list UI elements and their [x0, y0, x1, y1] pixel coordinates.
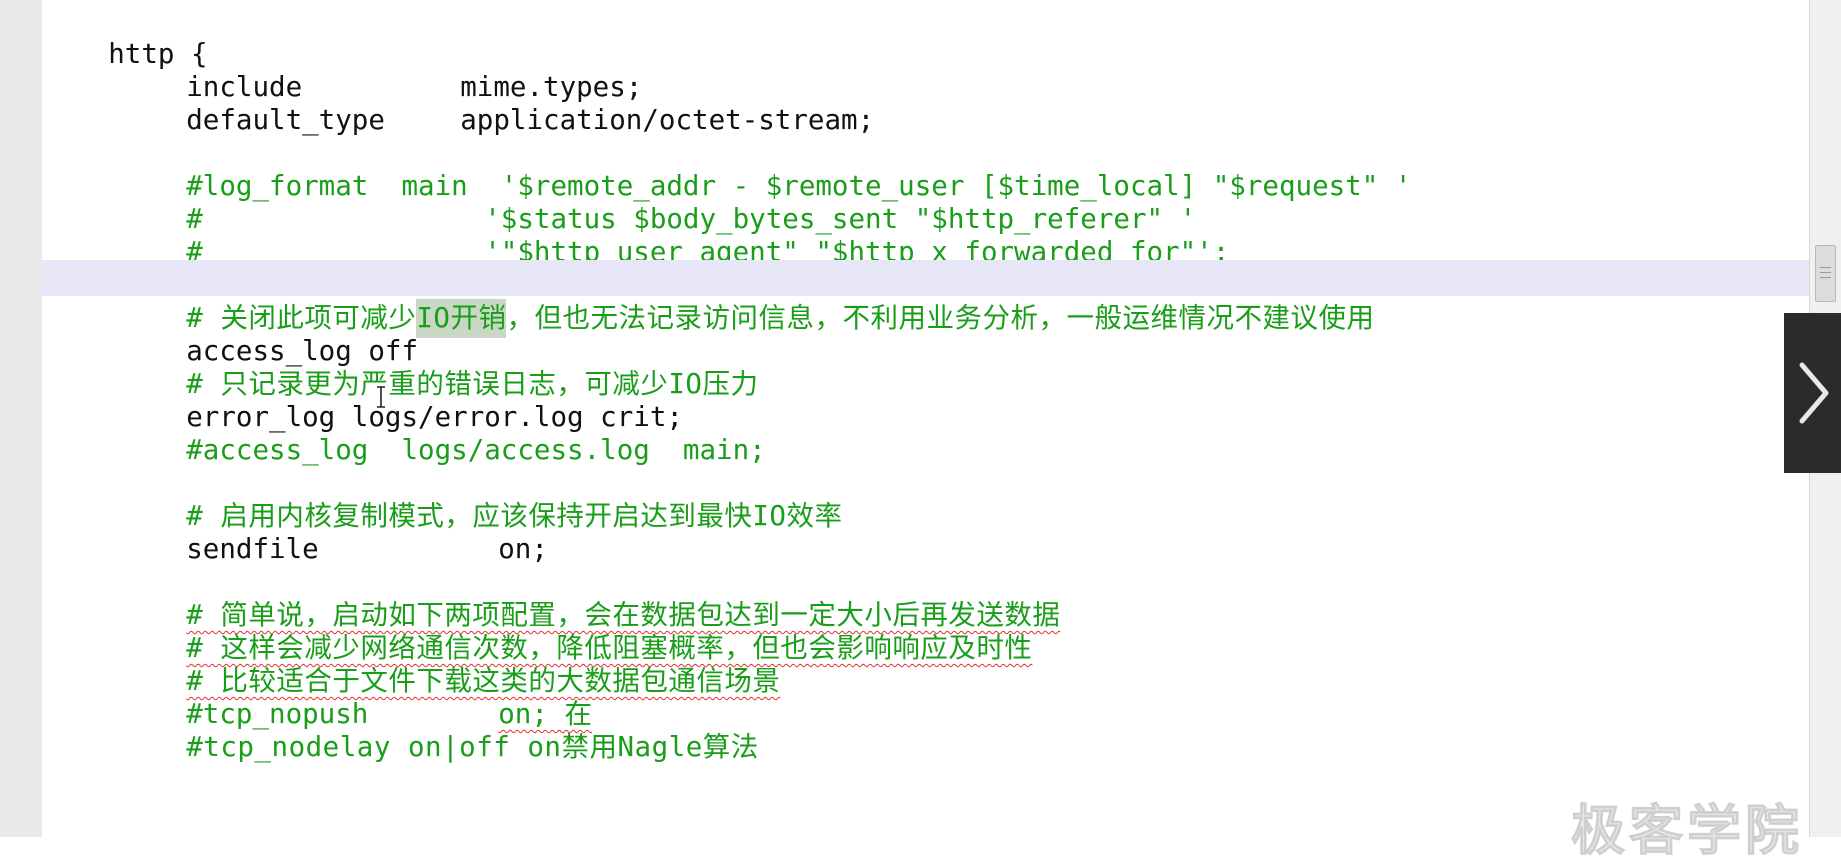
code-line-access-log-main: #access_log logs/access.log main;	[42, 392, 1810, 466]
scrollbar-thumb[interactable]	[1815, 245, 1836, 302]
text-cursor-icon	[377, 386, 385, 408]
next-video-button[interactable]	[1784, 313, 1841, 473]
code-line-sendfile: sendfile on;	[42, 491, 1810, 565]
chevron-right-icon	[1799, 362, 1829, 424]
code-line-current: # 关闭此项可减少IO开销，但也无法记录访问信息，不利用业务分析，一般运维情况不…	[42, 260, 1810, 338]
code-line-log-format-3: # '"$http_user_agent" "$http_x_forwarded…	[42, 194, 1810, 268]
code-line-default-type: default_type application/octet-stream;	[42, 62, 1810, 136]
editor-gutter	[0, 0, 43, 837]
code-line-tcp-nodelay: #tcp_nodelay on|off on禁用Nagle算法	[42, 689, 1810, 763]
comment-text: #tcp_nodelay on|off on禁用Nagle算法	[186, 731, 759, 763]
watermark-logo: 极客学院	[1571, 799, 1803, 863]
code-editor[interactable]: http { include mime.types; default_type ap…	[42, 0, 1810, 837]
